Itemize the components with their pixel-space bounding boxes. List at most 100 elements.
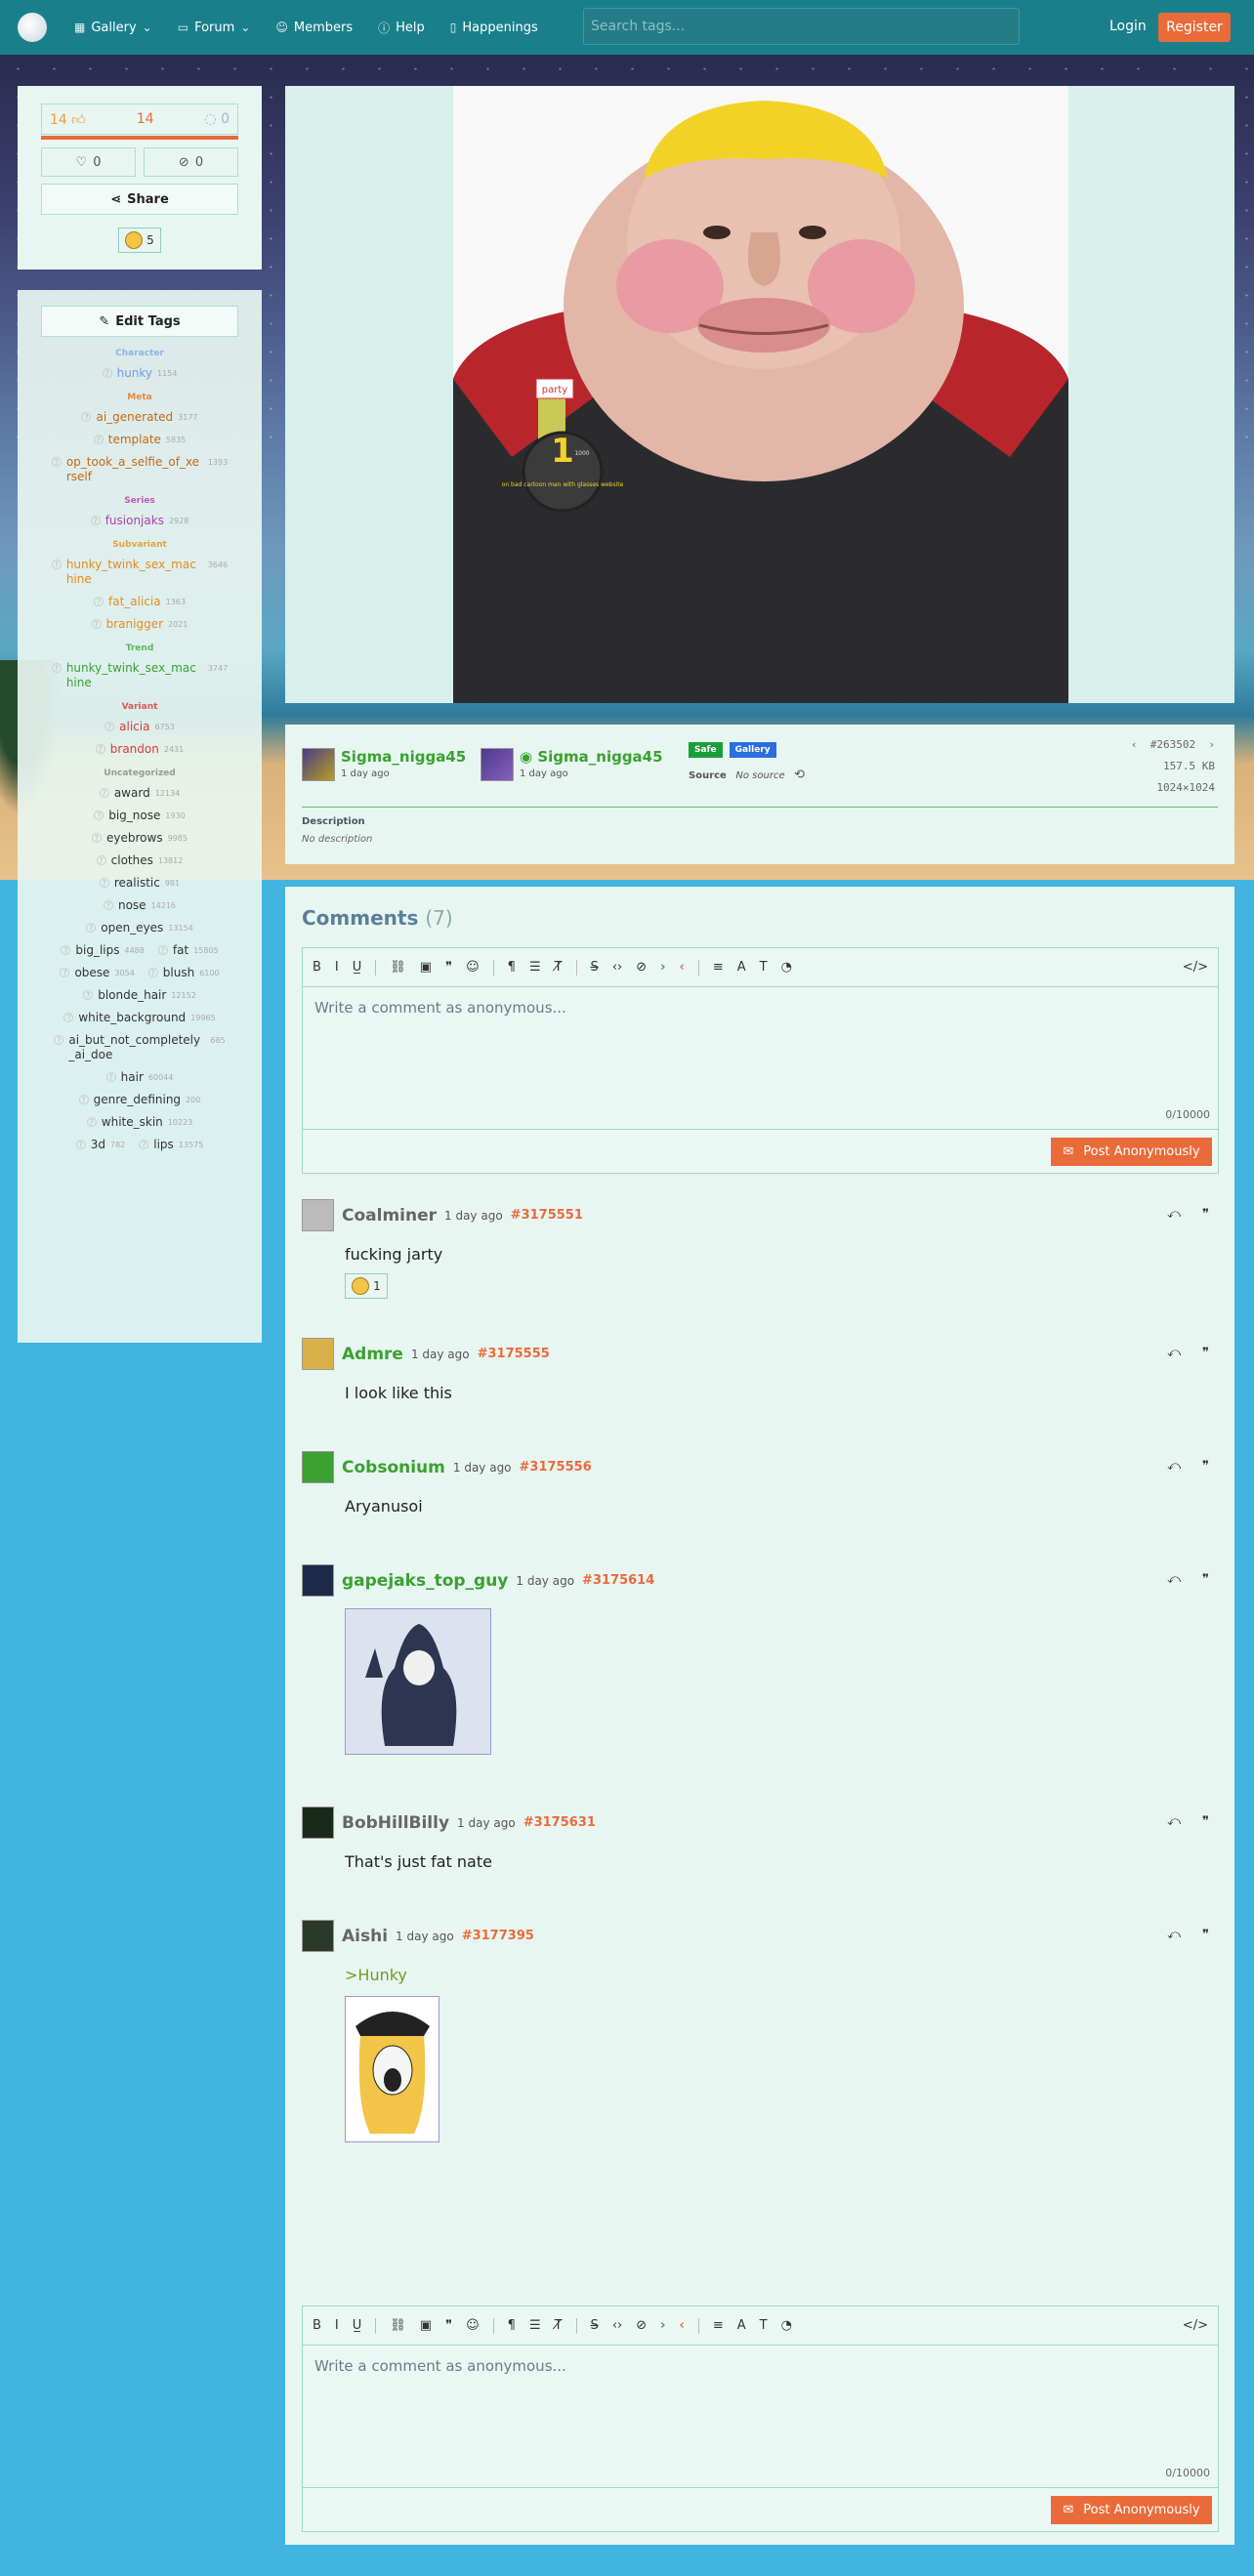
source-code-icon[interactable]: </>: [1183, 2318, 1208, 2333]
tag-info-icon[interactable]: ?: [78, 1095, 89, 1104]
emoji-icon[interactable]: ☺: [466, 2318, 480, 2333]
tag-name[interactable]: op_took_a_selfie_of_xerself: [66, 455, 203, 484]
tag-name[interactable]: blonde_hair: [98, 988, 166, 1003]
edit-tags-button[interactable]: ✎ Edit Tags: [41, 306, 238, 337]
tag-info-icon[interactable]: ?: [96, 855, 106, 865]
tag-item[interactable]: ? op_took_a_selfie_of_xerself 1393: [51, 455, 228, 484]
tag-item[interactable]: ? fat_alicia 1363: [94, 595, 186, 609]
tag-item[interactable]: ? fat 15805: [157, 943, 219, 958]
strikethrough-icon[interactable]: S̶: [591, 2318, 599, 2333]
tag-info-icon[interactable]: ?: [94, 810, 104, 820]
tag-name[interactable]: lips: [153, 1138, 174, 1152]
avatar[interactable]: [302, 1564, 334, 1597]
comments-count-button[interactable]: ◌ 0: [204, 111, 230, 127]
tag-info-icon[interactable]: ?: [105, 1072, 116, 1082]
link-icon[interactable]: ⛓: [390, 960, 406, 975]
underline-icon[interactable]: U̲: [353, 2318, 362, 2333]
tag-item[interactable]: ? clothes 13812: [96, 853, 183, 868]
source-code-icon[interactable]: </>: [1183, 960, 1208, 975]
tag-info-icon[interactable]: ?: [86, 923, 97, 933]
emoji-icon[interactable]: ☺: [466, 960, 480, 975]
tag-name[interactable]: brandon: [110, 742, 159, 757]
tag-name[interactable]: 3d: [91, 1138, 105, 1152]
quote-icon[interactable]: ❞: [445, 960, 452, 975]
italic-icon[interactable]: I: [335, 2318, 339, 2333]
image-icon[interactable]: ▣: [420, 960, 432, 975]
tag-name[interactable]: obese: [74, 966, 109, 980]
tag-item[interactable]: ? template 5835: [93, 433, 186, 447]
comment-author[interactable]: Aishi: [342, 1927, 388, 1946]
login-link[interactable]: Login: [1109, 19, 1147, 34]
nav-happenings[interactable]: ▯ Happenings: [450, 21, 538, 35]
reply-icon[interactable]: ⤺: [1167, 1928, 1181, 1942]
tag-item[interactable]: ? blush 6100: [147, 966, 220, 980]
tag-name[interactable]: genre_defining: [94, 1093, 181, 1107]
bold-icon[interactable]: B: [313, 960, 321, 975]
comment-image[interactable]: [345, 1996, 439, 2142]
tag-item[interactable]: ? lips 13575: [139, 1138, 203, 1152]
favorite-button[interactable]: ♡ 0: [41, 147, 136, 177]
safe-badge[interactable]: Safe: [689, 742, 723, 758]
greentext-icon[interactable]: ›: [660, 960, 665, 975]
tag-info-icon[interactable]: ?: [63, 1013, 74, 1022]
tag-item[interactable]: ? white_background 19965: [63, 1011, 216, 1025]
italic-icon[interactable]: I: [335, 960, 339, 975]
reaction-badge[interactable]: 1: [345, 1273, 388, 1299]
tag-name[interactable]: white_skin: [102, 1115, 163, 1130]
reply-icon[interactable]: ⤺: [1167, 1814, 1181, 1829]
tag-item[interactable]: ? ai_generated 3177: [81, 410, 198, 425]
text-size-icon[interactable]: T: [760, 960, 768, 975]
post-anonymously-button[interactable]: ✉ Post Anonymously: [1051, 2496, 1212, 2524]
tag-name[interactable]: hunky: [117, 366, 152, 381]
code-icon[interactable]: ‹›: [612, 960, 622, 975]
approver[interactable]: ◉ Sigma_nigga45 1 day ago: [481, 748, 663, 781]
comment-image[interactable]: [345, 1608, 491, 1755]
tag-item[interactable]: ? big_lips 4488: [61, 943, 145, 958]
reply-icon[interactable]: ⤺: [1167, 1459, 1181, 1474]
approver-name[interactable]: ◉ Sigma_nigga45: [520, 748, 663, 766]
comment-author[interactable]: Admre: [342, 1345, 403, 1364]
tag-name[interactable]: branigger: [106, 617, 163, 632]
spoiler-icon[interactable]: ⊘: [636, 2318, 647, 2333]
clear-format-icon[interactable]: T̸: [555, 2318, 563, 2333]
tag-info-icon[interactable]: ?: [75, 1140, 86, 1149]
quote-icon[interactable]: ❞: [1202, 1572, 1209, 1587]
hide-button[interactable]: ⊘ 0: [144, 147, 238, 177]
tag-info-icon[interactable]: ?: [99, 788, 109, 798]
tag-name[interactable]: clothes: [111, 853, 153, 868]
tag-item[interactable]: ? hunky_twink_sex_machine 3646: [51, 558, 228, 587]
reply-icon[interactable]: ⤺: [1167, 1207, 1181, 1222]
tag-item[interactable]: ? ai_but_not_completely_ai_doe 685: [54, 1033, 226, 1062]
tag-info-icon[interactable]: ?: [147, 968, 158, 977]
tag-item[interactable]: ? branigger 2021: [91, 617, 188, 632]
tag-item[interactable]: ? hair 60044: [105, 1070, 173, 1085]
tag-item[interactable]: ? brandon 2431: [95, 742, 184, 757]
tag-item[interactable]: ? hunky_twink_sex_machine 3747: [51, 661, 228, 690]
tag-item[interactable]: ? fusionjaks 2928: [90, 514, 188, 528]
tag-item[interactable]: ? white_skin 10223: [86, 1115, 192, 1130]
next-post-icon[interactable]: ›: [1208, 738, 1215, 751]
comment-id[interactable]: #3177395: [462, 1929, 534, 1943]
tag-name[interactable]: realistic: [114, 876, 160, 891]
tag-item[interactable]: ? genre_defining 200: [78, 1093, 200, 1107]
comment-textarea[interactable]: Write a comment as anonymous... 0/10000: [303, 987, 1218, 1129]
quote-icon[interactable]: ❞: [1202, 1346, 1209, 1360]
comment-id[interactable]: #3175556: [520, 1460, 592, 1475]
orangetext-icon[interactable]: ‹: [679, 2318, 684, 2333]
tag-info-icon[interactable]: ?: [95, 744, 105, 754]
nav-forum[interactable]: ▭ Forum ⌄: [178, 21, 251, 35]
quote-icon[interactable]: ❞: [1202, 1207, 1209, 1222]
tag-item[interactable]: ? hunky 1154: [102, 366, 177, 381]
tag-info-icon[interactable]: ?: [51, 663, 62, 673]
comment-id[interactable]: #3175551: [511, 1208, 583, 1223]
comment-author[interactable]: BobHillBilly: [342, 1813, 449, 1833]
tag-info-icon[interactable]: ?: [99, 878, 109, 888]
tag-name[interactable]: alicia: [119, 720, 149, 734]
quote-icon[interactable]: ❞: [445, 2318, 452, 2333]
avatar[interactable]: [302, 1338, 334, 1370]
avatar[interactable]: [302, 1920, 334, 1952]
clear-format-icon[interactable]: T̸: [555, 960, 563, 975]
strikethrough-icon[interactable]: S̶: [591, 960, 599, 975]
tag-item[interactable]: ? blonde_hair 12152: [83, 988, 196, 1003]
reply-icon[interactable]: ⤺: [1167, 1346, 1181, 1360]
